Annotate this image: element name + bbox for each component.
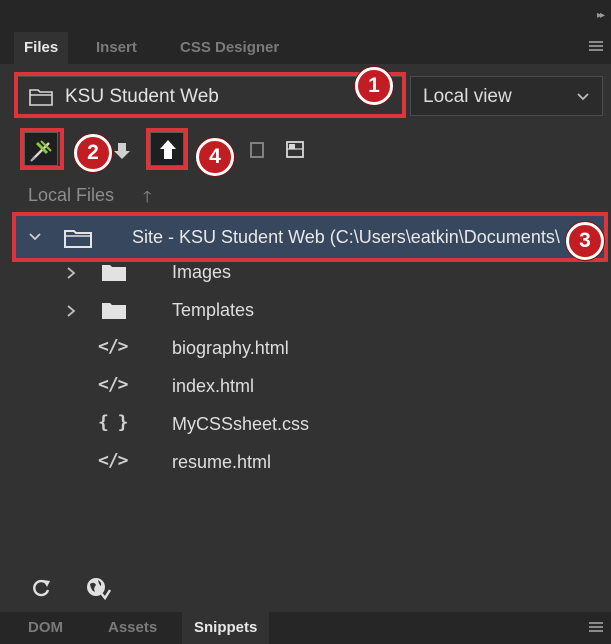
list-item[interactable]: Templates [0, 292, 600, 330]
folder-icon [102, 265, 126, 281]
html-file-icon: </> [98, 336, 128, 357]
check-out-button[interactable] [240, 132, 274, 166]
html-file-icon: </> [98, 450, 128, 471]
file-name: MyCSSsheet.css [172, 414, 310, 434]
list-item[interactable]: </> index.html [0, 368, 600, 406]
expand-panel-button[interactable] [277, 132, 311, 166]
callout-highlight-site-selector [14, 72, 406, 118]
files-panel: ▸▸ Files Insert CSS Designer KSU Student… [0, 0, 611, 644]
chevron-right-icon[interactable] [65, 304, 77, 318]
tab-files[interactable]: Files [14, 32, 69, 64]
callout-badge: 1 [355, 67, 393, 105]
tab-insert[interactable]: Insert [86, 32, 147, 64]
callout-highlight-connect [20, 128, 64, 170]
tab-dom[interactable]: DOM [16, 612, 75, 644]
tab-assets[interactable]: Assets [96, 612, 169, 644]
chevron-down-icon [577, 93, 589, 101]
folder-icon [102, 303, 126, 319]
collapse-panel-icon[interactable]: ▸▸ [597, 10, 605, 21]
panel-menu-icon[interactable] [589, 41, 603, 53]
callout-highlight-put [146, 128, 188, 170]
chevron-right-icon[interactable] [65, 266, 77, 280]
view-selector-value: Local view [423, 86, 512, 107]
bottom-tab-bar: DOM Assets Snippets [0, 612, 611, 644]
css-file-icon: { } [98, 412, 128, 433]
callout-badge: 3 [566, 222, 604, 260]
refresh-icon[interactable] [30, 577, 52, 599]
panel-menu-icon[interactable] [589, 622, 603, 634]
local-files-header[interactable]: Local Files [28, 185, 114, 206]
file-name: Templates [172, 300, 255, 320]
callout-badge: 2 [74, 134, 112, 172]
check-out-icon [250, 142, 264, 158]
list-item[interactable]: { } MyCSSsheet.css [0, 406, 600, 444]
tab-css-designer[interactable]: CSS Designer [170, 32, 289, 64]
view-selector[interactable]: Local view [410, 76, 603, 116]
globe-preview-icon[interactable] [84, 575, 112, 601]
expand-panel-icon [286, 141, 304, 158]
html-file-icon: </> [98, 374, 128, 395]
callout-badge: 4 [196, 138, 234, 176]
file-name: Images [172, 262, 232, 282]
file-name: resume.html [172, 452, 272, 472]
list-item[interactable]: </> resume.html [0, 444, 600, 482]
sort-up-arrow-icon[interactable]: 🡑 [143, 186, 151, 213]
tab-snippets[interactable]: Snippets [182, 612, 270, 644]
file-name: index.html [172, 376, 255, 396]
panel-tab-bar: Files Insert CSS Designer [0, 32, 611, 64]
panel-title-strip: ▸▸ [0, 0, 611, 32]
files-bottom-bar [0, 566, 611, 612]
file-name: biography.html [172, 338, 289, 358]
callout-highlight-site-root [12, 212, 608, 262]
list-item[interactable]: </> biography.html [0, 330, 600, 368]
